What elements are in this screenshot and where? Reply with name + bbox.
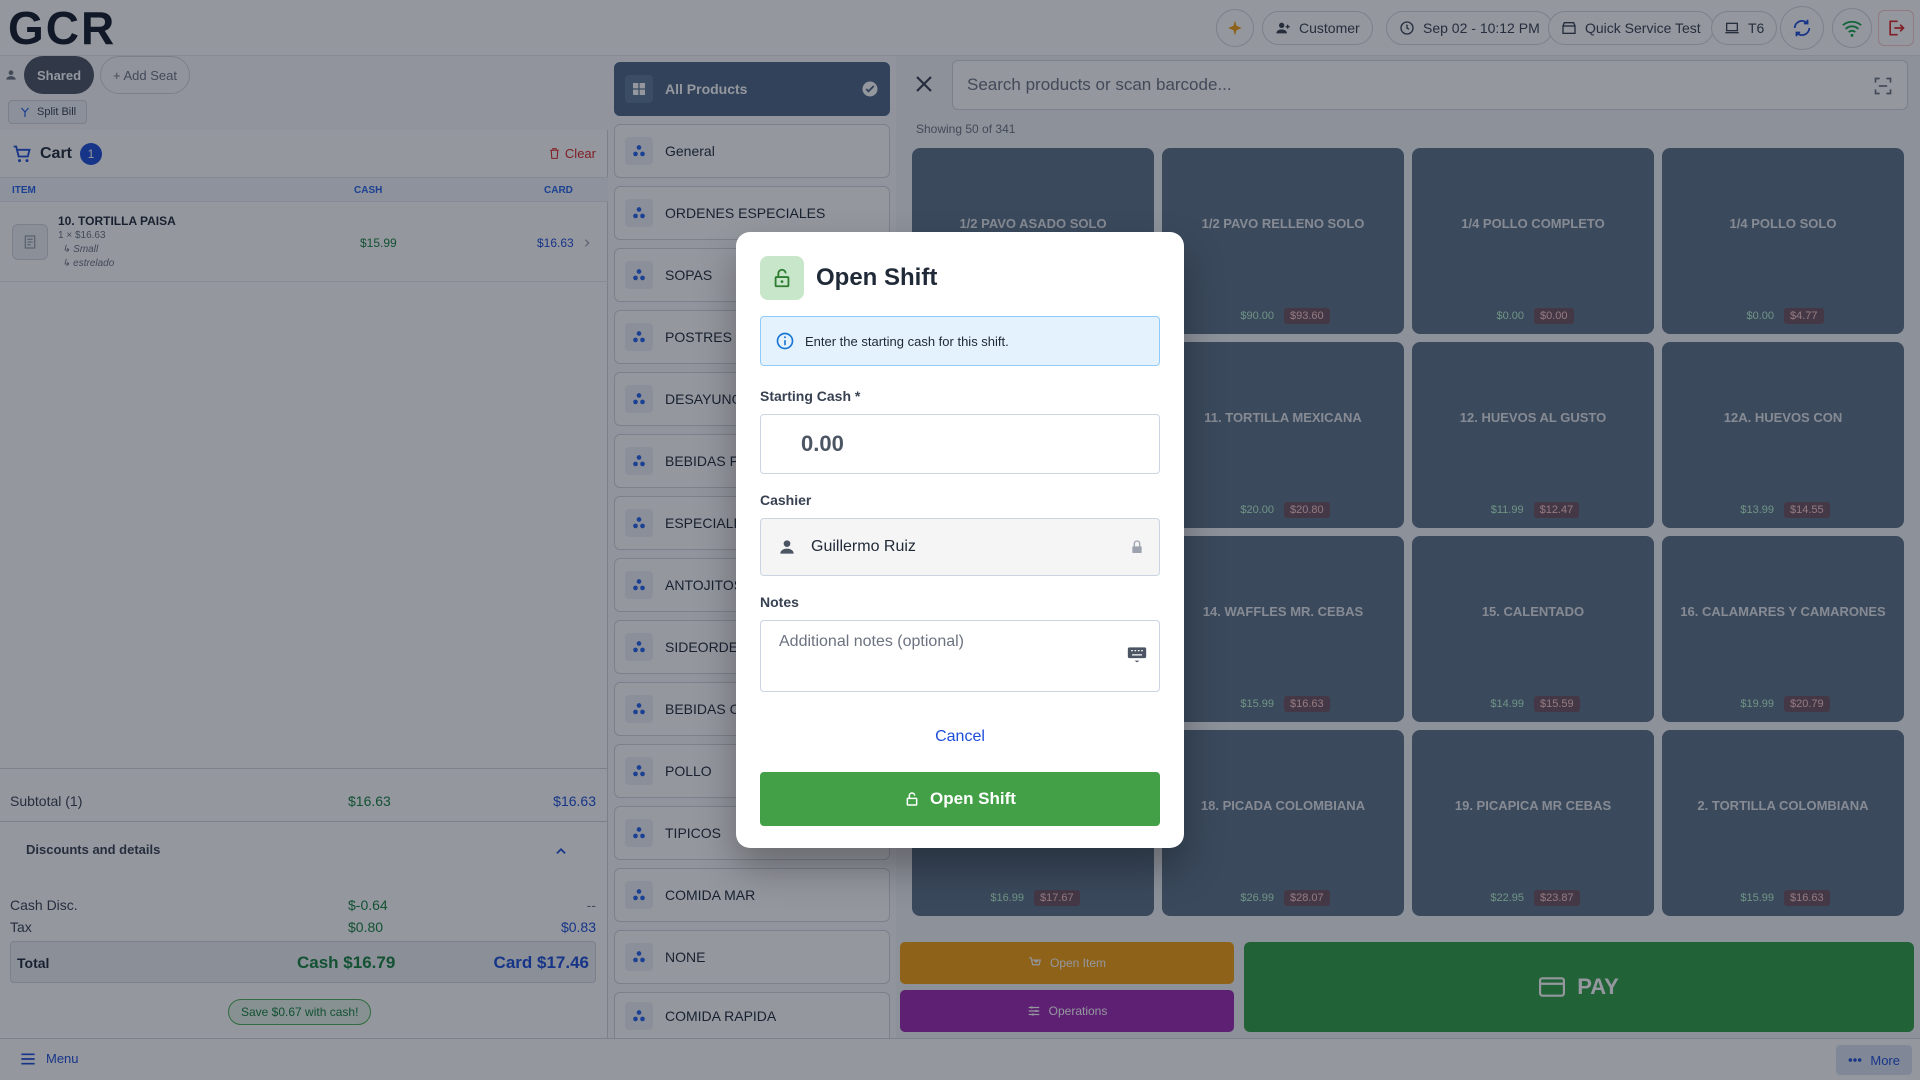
open-shift-label: Open Shift (930, 789, 1016, 808)
cashier-value: Guillermo Ruiz (811, 538, 916, 555)
person-icon (780, 540, 794, 554)
lock-open-icon (906, 792, 918, 806)
info-banner: Enter the starting cash for this shift. (760, 316, 1160, 366)
keyboard-icon[interactable] (1127, 645, 1147, 663)
lock-open-icon (760, 256, 804, 300)
info-icon (776, 332, 794, 350)
cashier-field: Guillermo Ruiz (760, 518, 1160, 576)
notes-label: Notes (760, 594, 799, 610)
notes-textarea[interactable]: Additional notes (optional) (760, 620, 1160, 692)
notes-placeholder: Additional notes (optional) (779, 633, 965, 650)
starting-cash-placeholder: 0.00 (801, 431, 844, 456)
info-text: Enter the starting cash for this shift. (805, 333, 1009, 349)
open-shift-button[interactable]: Open Shift (760, 772, 1160, 826)
dialog-title: Open Shift (816, 264, 938, 291)
starting-cash-label: Starting Cash * (760, 388, 861, 404)
cancel-button[interactable]: Cancel (736, 728, 1184, 746)
lock-icon (1132, 540, 1142, 553)
open-shift-dialog: Open Shift Enter the starting cash for t… (736, 232, 1184, 848)
cashier-label: Cashier (760, 492, 812, 508)
starting-cash-input[interactable]: 0.00 (760, 414, 1160, 474)
